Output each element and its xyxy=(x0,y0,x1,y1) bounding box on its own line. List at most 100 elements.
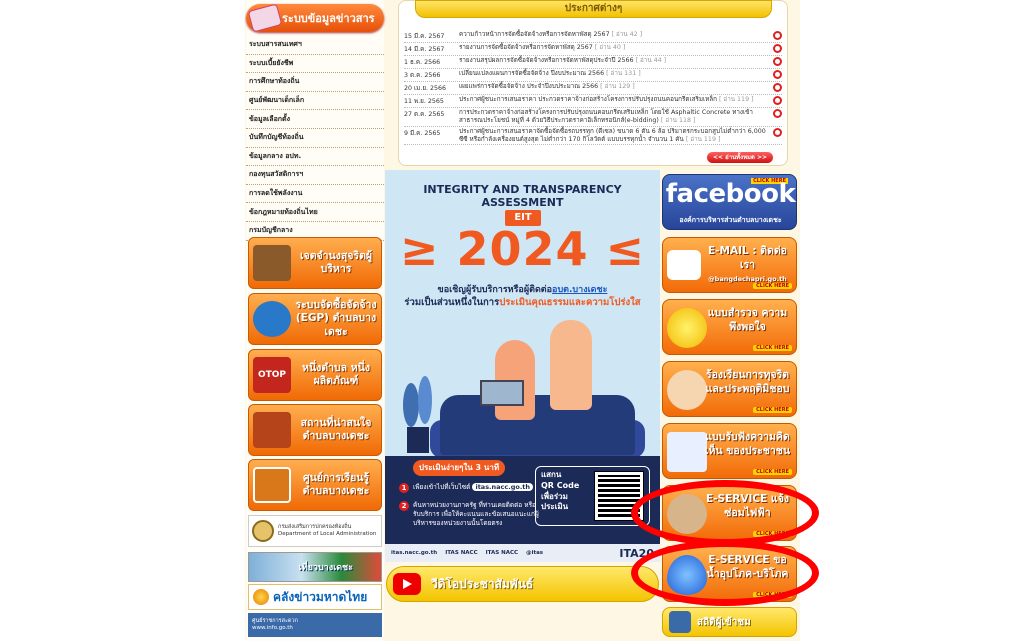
survey-form-icon xyxy=(667,432,707,472)
menu-item[interactable]: ข้อมูลเลือกตั้ง xyxy=(246,110,384,129)
poster-duration: ประเมินง่ายๆใน 3 นาที xyxy=(413,460,505,476)
email-button[interactable]: E-MAIL : ติดต่อเรา @bangdechapri.go.th CL… xyxy=(662,237,797,293)
menu-item[interactable]: ระบบสารสนเทศฯ xyxy=(246,36,384,55)
menu-item[interactable]: การลดใช้พลังงาน xyxy=(246,185,384,204)
email-icon xyxy=(667,250,701,280)
menu-item[interactable]: ระบบเบี้ยยังชีพ xyxy=(246,55,384,74)
attractions-button[interactable]: สถานที่น่าสนใจ ตำบลบางเดชะ xyxy=(248,404,382,456)
click-here-badge: CLICK HERE xyxy=(753,283,792,289)
news-title[interactable]: เปลี่ยนแปลงแผนการจัดซื้อจัดจ้าง ปีงบประม… xyxy=(459,70,604,77)
facebook-subtitle: องค์การบริหารส่วนตำบลบางเดชะ xyxy=(679,216,782,224)
button-label: E-SERVICE ขอน้ำอุปโภค-บริโภค xyxy=(706,554,789,580)
stats-icon xyxy=(669,611,691,633)
news-item[interactable]: 15 มี.ค. 2567 ความก้าวหน้าการจัดซื้อจัดจ้… xyxy=(404,30,782,43)
poster-social-bar: itas.nacc.go.th ITAS NACC ITAS NACC @ita… xyxy=(385,544,660,562)
egp-procurement-button[interactable]: ระบบจัดซื้อจัดจ้าง (EGP) ตำบลบางเดชะ xyxy=(248,293,382,345)
electrician-icon xyxy=(667,494,707,534)
egp-logo-icon xyxy=(253,301,291,337)
news-item[interactable]: 27 ต.ค. 2565 การประกวดราคาจ้างก่อสร้างโคร… xyxy=(404,108,782,127)
news-item[interactable]: 9 มี.ค. 2565 ประกาศผู้ชนะการเสนอราคาจัดซื… xyxy=(404,127,782,146)
corruption-complaint-button[interactable]: ร้องเรียนการทุจริต และประพฤติมิชอบ CLICK… xyxy=(662,361,797,417)
laptop-illustration xyxy=(480,380,524,406)
qr-caption-line: เพื่อร่วม xyxy=(541,491,568,501)
information-system-banner[interactable]: ระบบข้อมูลข่าวสาร xyxy=(246,3,384,33)
email-label: E-MAIL : ติดต่อเรา xyxy=(708,245,787,271)
eservice-electric-repair-button[interactable]: E-SERVICE แจ้งซ่อมไฟฟ้า CLICK HERE xyxy=(662,485,797,541)
step1-text: เพียงเข้าไปที่เว็บไซต์ xyxy=(413,483,471,491)
click-here-badge: CLICK HERE xyxy=(753,469,792,475)
info-center-link[interactable]: ศูนย์ราชการสะดวก www.info.go.th xyxy=(248,613,382,637)
news-title[interactable]: ประกาศผู้ชนะการเสนอราคา ประกวดราคาจ้างก่… xyxy=(459,96,717,103)
satisfaction-survey-button[interactable]: แบบสำรวจ ความพึงพอใจ CLICK HERE xyxy=(662,299,797,355)
tourism-banner-link[interactable]: เที่ยวบางเดชะ xyxy=(248,552,382,582)
button-label: ระบบจัดซื้อจัดจ้าง (EGP) ตำบลบางเดชะ xyxy=(295,299,377,338)
interior-news-link[interactable]: คลังข่าวมหาดไทย xyxy=(248,584,382,610)
facebook-button[interactable]: CLICK HERE facebook องค์การบริหารส่วนตำบ… xyxy=(662,174,797,230)
read-more-icon[interactable] xyxy=(773,70,782,79)
learning-center-icon xyxy=(253,467,291,503)
news-date: 14 มี.ค. 2567 xyxy=(404,46,445,53)
news-list: 15 มี.ค. 2567 ความก้าวหน้าการจัดซื้อจัดจ้… xyxy=(404,30,782,146)
step1-url: itas.nacc.go.th xyxy=(472,483,534,491)
news-title[interactable]: เผยแพร่การจัดซื้อจัดจ้าง ประจำปีงบประมาณ… xyxy=(459,83,598,90)
read-more-icon[interactable] xyxy=(773,31,782,40)
dla-seal-icon xyxy=(252,520,274,542)
step-number: 2 xyxy=(399,501,409,511)
dla-name-en: Department of Local Administration xyxy=(278,531,377,537)
menu-item[interactable]: ข้อมูลกลาง อปท. xyxy=(246,148,384,167)
news-item[interactable]: 11 พ.ย. 2565 ประกาศผู้ชนะการเสนอราคา ประก… xyxy=(404,95,782,108)
news-item[interactable]: 3 ต.ค. 2566 เปลี่ยนแปลงแผนการจัดซื้อจัดจ้… xyxy=(404,69,782,82)
step2-text: ค้นหาหน่วยงานภาครัฐ ที่ท่านเคยติดต่อ หรื… xyxy=(413,501,539,527)
read-more-icon[interactable] xyxy=(773,44,782,53)
info-center-name: ศูนย์ราชการสะดวก xyxy=(252,617,298,624)
qr-caption-line: ประเมิน xyxy=(541,502,569,512)
menu-item[interactable]: บันทึกบัญชีท้องถิ่น xyxy=(246,129,384,148)
button-label: ร้องเรียนการทุจริต และประพฤติมิชอบ xyxy=(705,369,790,395)
poster-step-1: 1 เพียงเข้าไปที่เว็บไซต์ itas.nacc.go.th xyxy=(399,483,539,493)
dla-link[interactable]: กรมส่งเสริมการปกครองท้องถิ่น Department o… xyxy=(248,515,382,547)
info-center-url: www.info.go.th xyxy=(252,625,293,631)
learning-center-button[interactable]: ศูนย์การเรียนรู้ ตำบลบางเดชะ xyxy=(248,459,382,511)
right-margin xyxy=(800,0,1013,641)
news-title[interactable]: รายงานการจัดซื้อจัดจ้างหรือการจัดหาพัสดุ… xyxy=(459,44,593,51)
menu-item[interactable]: การศึกษาท้องถิ่น xyxy=(246,73,384,92)
qr-code-icon[interactable] xyxy=(594,471,644,521)
invite-text: ขอเชิญผู้รับบริการหรือผู้ติดต่อ xyxy=(437,285,553,295)
read-more-icon[interactable] xyxy=(773,57,782,66)
read-more-icon[interactable] xyxy=(773,83,782,92)
read-more-icon[interactable] xyxy=(773,109,782,118)
qr-caption-line: QR Code xyxy=(541,480,580,490)
eit-2024-poster[interactable]: INTEGRITY AND TRANSPARENCY ASSESSMENT EIT… xyxy=(385,170,660,562)
promo-video-label: วีดิโอประชาสัมพันธ์ xyxy=(431,576,534,591)
button-label: หนึ่งตำบล หนึ่งผลิตภัณฑ์ xyxy=(302,361,370,387)
qr-caption-line: แสกน xyxy=(541,470,562,479)
news-title[interactable]: การประกวดราคาจ้างก่อสร้างโครงการปรับปรุง… xyxy=(459,109,753,124)
menu-item[interactable]: ข้อกฎหมายท้องถิ่นไทย xyxy=(246,203,384,222)
news-item[interactable]: 20 เม.ย. 2566 เผยแพร่การจัดซื้อจัดจ้าง ปร… xyxy=(404,82,782,95)
news-reads: [ อ่าน 40 ] xyxy=(594,44,626,51)
read-all-link[interactable]: << อ่านทั้งหมด >> xyxy=(707,152,773,163)
click-here-badge: CLICK HERE xyxy=(753,531,792,537)
news-date: 9 มี.ค. 2565 xyxy=(404,129,441,137)
visitor-stats[interactable]: สถิติผู้เข้าชม xyxy=(662,607,797,637)
news-title[interactable]: รายงานสรุปผลการจัดซื้อจัดจ้างหรือการจัดห… xyxy=(459,57,634,64)
public-opinion-button[interactable]: แบบรับฟังความคิดเห็น ของประชาชน CLICK HE… xyxy=(662,423,797,479)
button-label: เจตจำนงสุจริตผู้บริหาร xyxy=(299,249,373,275)
book-icon xyxy=(253,245,291,281)
intent-integrity-button[interactable]: เจตจำนงสุจริตผู้บริหาร xyxy=(248,237,382,289)
news-item[interactable]: 1 ธ.ค. 2566 รายงานสรุปผลการจัดซื้อจัดจ้าง… xyxy=(404,56,782,69)
read-more-icon[interactable] xyxy=(773,127,782,137)
book-icon xyxy=(247,3,283,33)
otop-button[interactable]: OTOP หนึ่งตำบล หนึ่งผลิตภัณฑ์ xyxy=(248,349,382,401)
read-more-icon[interactable] xyxy=(773,96,782,105)
eservice-water-request-button[interactable]: E-SERVICE ขอน้ำอุปโภค-บริโภค CLICK HERE xyxy=(662,546,797,602)
news-reads: [ อ่าน 129 ] xyxy=(600,83,635,90)
menu-item[interactable]: กองทุนสวัสดิการฯ xyxy=(246,166,384,185)
news-title[interactable]: ความก้าวหน้าการจัดซื้อจัดจ้างหรือการจัดห… xyxy=(459,31,610,38)
promo-video-button[interactable]: วีดิโอประชาสัมพันธ์ xyxy=(386,566,659,602)
news-date: 20 เม.ย. 2566 xyxy=(404,85,447,92)
menu-item[interactable]: ศูนย์พัฒนาเด็กเล็ก xyxy=(246,92,384,111)
button-label: แบบรับฟังความคิดเห็น ของประชาชน xyxy=(704,431,791,457)
news-item[interactable]: 14 มี.ค. 2567 รายงานการจัดซื้อจัดจ้างหรือ… xyxy=(404,43,782,56)
button-label: E-SERVICE แจ้งซ่อมไฟฟ้า xyxy=(706,493,789,519)
